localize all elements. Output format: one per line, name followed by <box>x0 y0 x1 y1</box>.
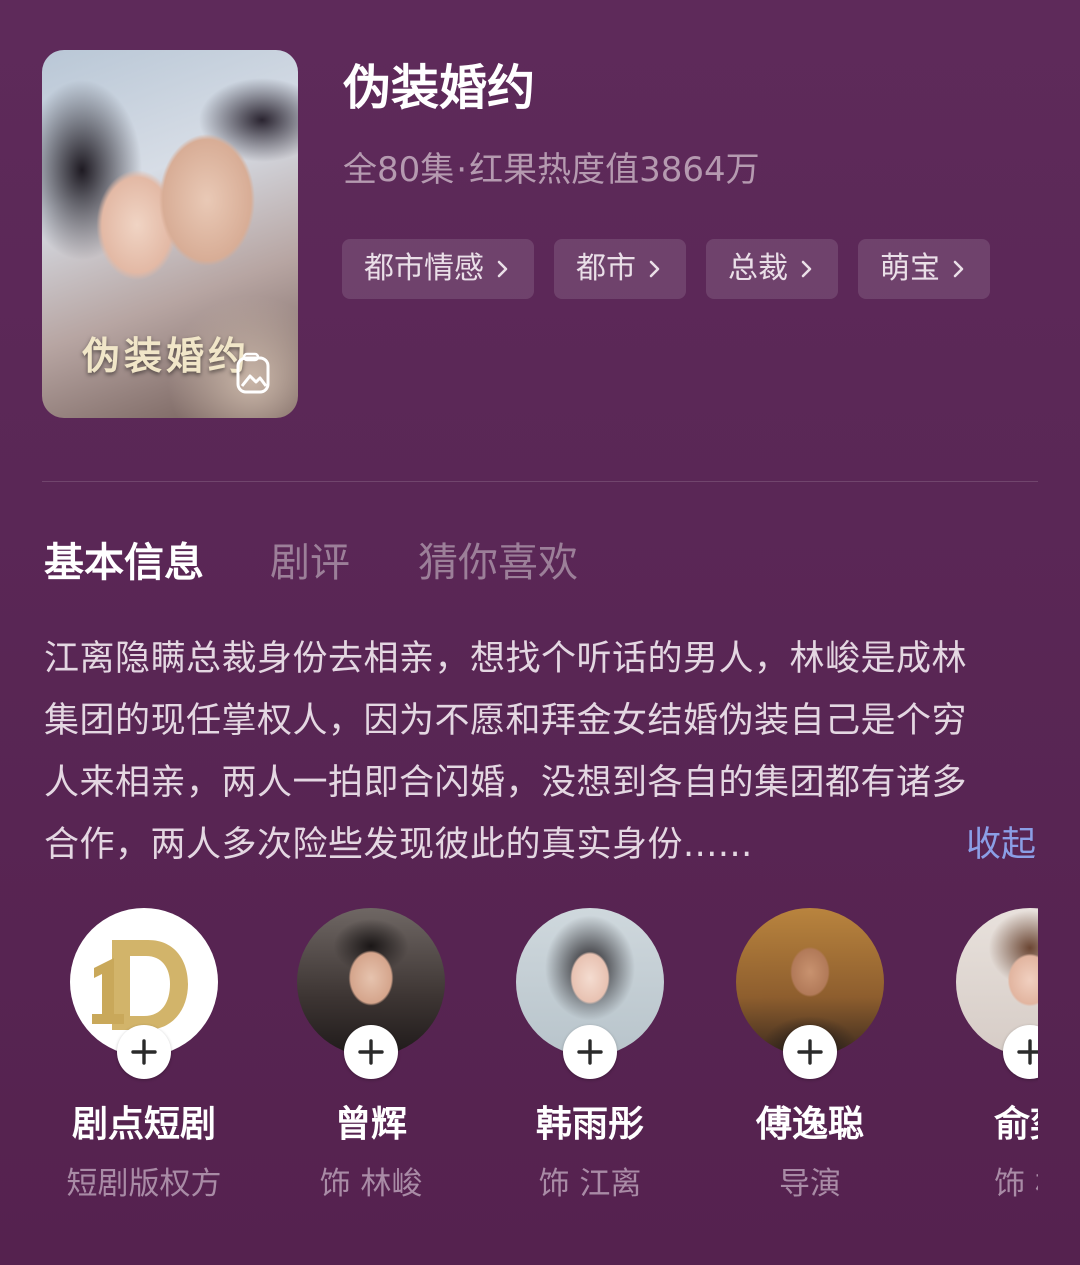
cast-name: 俞奕 <box>993 1104 1038 1145</box>
plus-icon <box>1017 1039 1038 1065</box>
cast-role: 饰 林峻 <box>319 1166 423 1202</box>
chevron-right-icon <box>497 260 508 278</box>
tag-cute-baby[interactable]: 萌宝 <box>858 239 990 299</box>
cast-name: 傅逸聪 <box>755 1104 864 1145</box>
tab-reviews[interactable]: 剧评 <box>270 536 350 590</box>
collapse-button[interactable]: 收起 <box>966 814 1036 876</box>
follow-button[interactable] <box>117 1025 171 1079</box>
cast-name: 曾辉 <box>334 1104 407 1145</box>
chevron-right-icon <box>801 260 812 278</box>
cast-role: 饰 江离 <box>538 1166 642 1202</box>
cast-role: 导演 <box>779 1166 841 1202</box>
section-divider <box>42 481 1038 482</box>
popularity-value: 红果热度值3864万 <box>469 150 760 190</box>
cast-role: 短剧版权方 <box>66 1166 222 1202</box>
tag-label: 总裁 <box>728 251 788 286</box>
synopsis-line: 合作，两人多次险些发现彼此的真实身份...... <box>44 825 753 865</box>
tag-label: 都市情感 <box>364 251 484 286</box>
studio-logo-icon <box>92 940 188 1030</box>
synopsis-line: 江离隐瞒总裁身份去相亲，想找个听话的男人，林峻是成林 <box>44 639 968 679</box>
plus-icon <box>131 1039 157 1065</box>
tag-label: 萌宝 <box>880 251 940 286</box>
plus-icon <box>797 1039 823 1065</box>
plus-icon <box>577 1039 603 1065</box>
chevron-right-icon <box>953 260 964 278</box>
follow-button[interactable] <box>563 1025 617 1079</box>
tag-urban[interactable]: 都市 <box>554 239 686 299</box>
genre-tags: 都市情感 都市 总裁 萌宝 <box>342 239 990 299</box>
synopsis-line: 人来相亲，两人一拍即合闪婚，没想到各自的集团都有诸多 <box>44 763 968 803</box>
tab-basic-info[interactable]: 基本信息 <box>44 536 204 590</box>
drama-title: 伪装婚约 <box>343 60 536 116</box>
cast-list: 剧点短剧 短剧版权方 曾辉 饰 林峻 韩雨彤 饰 江离 傅逸聪 导演 俞奕 饰 … <box>0 908 1038 1228</box>
chevron-right-icon <box>649 260 660 278</box>
tag-label: 都市 <box>576 251 636 286</box>
follow-button[interactable] <box>783 1025 837 1079</box>
detail-tabs: 基本信息 剧评 猜你喜欢 <box>44 536 578 590</box>
tag-ceo[interactable]: 总裁 <box>706 239 838 299</box>
drama-meta: 全80集·红果热度值3864万 <box>343 148 760 192</box>
synopsis-text: 江离隐瞒总裁身份去相亲，想找个听话的男人，林峻是成林 集团的现任掌权人，因为不愿… <box>44 628 1034 876</box>
tab-recommendations[interactable]: 猜你喜欢 <box>418 536 578 590</box>
poster-title: 伪装婚约 <box>82 333 251 378</box>
follow-button[interactable] <box>344 1025 398 1079</box>
cast-name: 剧点短剧 <box>71 1104 216 1145</box>
episode-count: 全80集 <box>343 150 455 190</box>
cast-role: 饰 林 <box>994 1166 1038 1202</box>
cast-name: 韩雨彤 <box>535 1104 644 1145</box>
plus-icon <box>358 1039 384 1065</box>
drama-poster[interactable]: 伪装婚约 <box>42 50 298 418</box>
meta-separator: · <box>456 150 468 190</box>
image-icon <box>236 352 270 394</box>
tag-urban-romance[interactable]: 都市情感 <box>342 239 534 299</box>
synopsis-line: 集团的现任掌权人，因为不愿和拜金女结婚伪装自己是个穷 <box>44 701 968 741</box>
